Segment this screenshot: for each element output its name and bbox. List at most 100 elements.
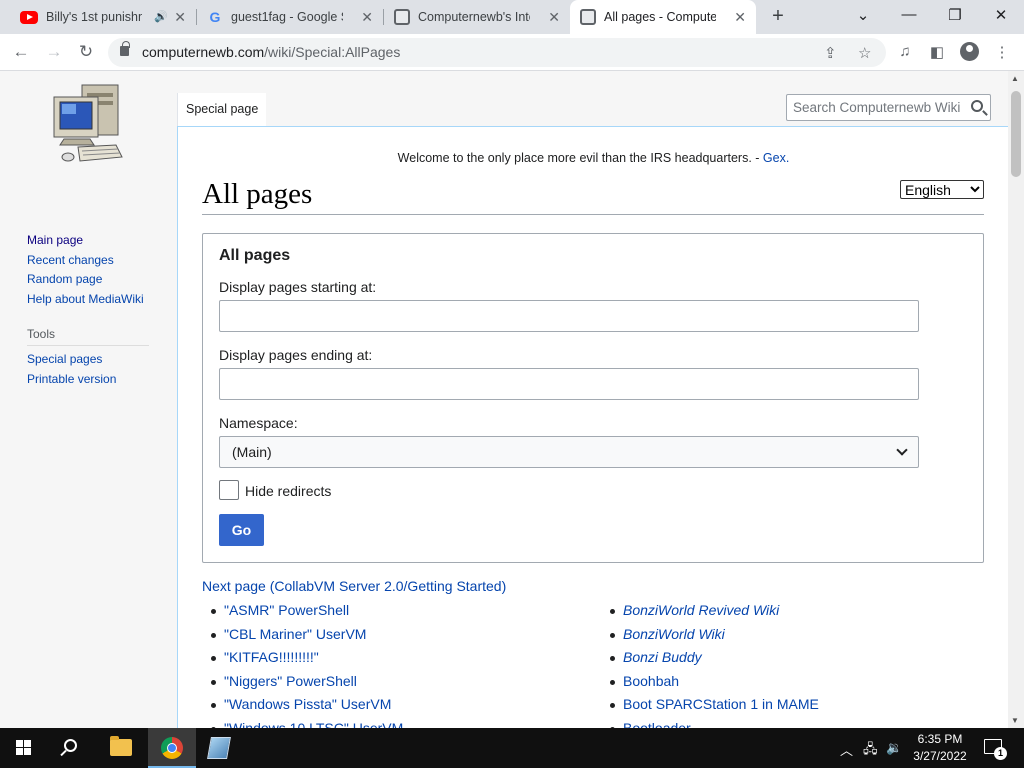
- address-bar[interactable]: computernewb.com/wiki/Special:AllPages ⇪…: [108, 38, 886, 67]
- url-text[interactable]: computernewb.com/wiki/Special:AllPages: [142, 44, 400, 60]
- sidebar-tools-heading: Tools: [27, 327, 149, 346]
- taskbar-search-icon[interactable]: [64, 739, 77, 752]
- sidebar-item-recent-changes[interactable]: Recent changes: [27, 251, 157, 271]
- from-label: Display pages starting at:: [219, 279, 377, 295]
- youtube-icon: [20, 10, 38, 24]
- page-link[interactable]: "CBL Mariner" UserVM: [224, 626, 366, 642]
- bookmark-star-icon[interactable]: ☆: [858, 44, 871, 62]
- go-button[interactable]: Go: [219, 514, 264, 546]
- scroll-thumb[interactable]: [1011, 91, 1021, 177]
- to-input[interactable]: [219, 368, 919, 400]
- lock-icon[interactable]: [120, 41, 130, 56]
- allpages-form: All pages Display pages starting at: Dis…: [202, 233, 984, 563]
- page-link[interactable]: BonziWorld Wiki: [623, 626, 725, 642]
- pages-list-left: "ASMR" PowerShell "CBL Mariner" UserVM "…: [202, 599, 403, 728]
- google-icon: G: [209, 9, 221, 25]
- tab-special-page[interactable]: Special page: [177, 93, 267, 126]
- network-icon[interactable]: 🖧: [863, 740, 878, 762]
- close-tab-icon[interactable]: ✕: [548, 9, 560, 26]
- tab-youtube[interactable]: Billy's 1st punishment 🔊 ✕: [10, 0, 196, 34]
- restore-button[interactable]: ❐: [945, 6, 965, 24]
- side-panel-icon[interactable]: ◧: [927, 43, 947, 61]
- list-item: Boot SPARCStation 1 in MAME: [601, 693, 819, 717]
- page-link[interactable]: "KITFAG!!!!!!!!!": [224, 649, 319, 665]
- media-controls-icon[interactable]: ♫: [895, 43, 915, 60]
- wiki-page: Main page Recent changes Random page Hel…: [0, 71, 1008, 728]
- tab-all-pages[interactable]: All pages - Computernewb ✕: [570, 0, 756, 34]
- taskbar-file-explorer[interactable]: [98, 728, 146, 768]
- notification-badge: 1: [994, 747, 1007, 760]
- page-link[interactable]: "Niggers" PowerShell: [224, 673, 357, 689]
- taskbar-notepad[interactable]: [196, 728, 244, 768]
- list-item: "Windows 10 LTSC" UserVM: [202, 717, 403, 728]
- to-label: Display pages ending at:: [219, 347, 373, 363]
- share-icon[interactable]: ⇪: [824, 44, 837, 62]
- browser-toolbar: ← → ↻ computernewb.com/wiki/Special:AllP…: [0, 34, 1024, 71]
- taskbar-chrome[interactable]: [148, 728, 196, 768]
- sidebar-item-special-pages[interactable]: Special pages: [27, 350, 157, 370]
- list-item: "ASMR" PowerShell: [202, 599, 403, 623]
- form-legend: All pages: [219, 247, 291, 264]
- computer-icon: [394, 9, 410, 25]
- hide-redirects-checkbox[interactable]: [219, 480, 239, 500]
- sidebar-item-help[interactable]: Help about MediaWiki: [27, 290, 157, 310]
- forward-button[interactable]: →: [43, 42, 65, 64]
- back-button[interactable]: ←: [10, 42, 32, 64]
- profile-avatar[interactable]: [960, 42, 979, 61]
- page-link[interactable]: Boohbah: [623, 673, 679, 689]
- wiki-logo[interactable]: [50, 83, 126, 167]
- menu-icon[interactable]: ⋮: [992, 43, 1012, 61]
- content-area: Welcome to the only place more evil than…: [177, 126, 1008, 728]
- chevron-up-icon[interactable]: ︿: [840, 740, 853, 759]
- page-link[interactable]: "ASMR" PowerShell: [224, 602, 349, 618]
- page-title: All pages: [202, 178, 984, 215]
- sidebar-item-random-page[interactable]: Random page: [27, 270, 157, 290]
- speaker-icon[interactable]: 🔊: [154, 10, 168, 23]
- list-item: Bonzi Buddy: [601, 646, 819, 670]
- close-tab-icon[interactable]: ✕: [361, 9, 373, 26]
- chevron-down-icon: [896, 444, 908, 456]
- minimize-button[interactable]: —: [899, 6, 919, 23]
- tab-search-icon[interactable]: ⌄: [853, 6, 873, 24]
- app-icon: [207, 737, 231, 759]
- page-link[interactable]: Bonzi Buddy: [623, 649, 702, 665]
- close-tab-icon[interactable]: ✕: [174, 9, 186, 26]
- page-link[interactable]: Bootloader: [623, 720, 691, 728]
- close-tab-icon[interactable]: ✕: [734, 9, 746, 26]
- chrome-icon: [161, 737, 183, 759]
- page-link[interactable]: Boot SPARCStation 1 in MAME: [623, 696, 819, 712]
- page-scrollbar[interactable]: ▲ ▼: [1008, 71, 1024, 728]
- page-link[interactable]: "Wandows Pissta" UserVM: [224, 696, 391, 712]
- hide-redirects-label[interactable]: Hide redirects: [245, 483, 331, 499]
- sidebar-item-main-page[interactable]: Main page: [27, 231, 157, 251]
- list-item: "Wandows Pissta" UserVM: [202, 693, 403, 717]
- sidebar: Main page Recent changes Random page Hel…: [27, 231, 157, 389]
- new-tab-button[interactable]: +: [767, 5, 789, 27]
- windows-start-icon[interactable]: [16, 740, 32, 756]
- next-page-link[interactable]: Next page (CollabVM Server 2.0/Getting S…: [202, 578, 506, 594]
- list-item: Boohbah: [601, 670, 819, 694]
- computer-icon: [580, 9, 596, 25]
- tab-google[interactable]: G guest1fag - Google Search ✕: [197, 0, 383, 34]
- list-item: "KITFAG!!!!!!!!!": [202, 646, 403, 670]
- taskbar: ︿ 🖧 🔉 6:35 PM 3/27/2022 1: [0, 728, 1024, 768]
- page-link[interactable]: "Windows 10 LTSC" UserVM: [224, 720, 403, 728]
- list-item: Bootloader: [601, 717, 819, 728]
- namespace-select[interactable]: (Main): [219, 436, 919, 468]
- from-input[interactable]: [219, 300, 919, 332]
- site-notice-link[interactable]: Gex.: [763, 151, 789, 165]
- search-input[interactable]: [787, 95, 962, 120]
- pages-list-right: BonziWorld Revived Wiki BonziWorld Wiki …: [601, 599, 819, 728]
- site-notice: Welcome to the only place more evil than…: [397, 151, 790, 165]
- close-window-button[interactable]: ✕: [991, 6, 1011, 24]
- sidebar-item-printable-version[interactable]: Printable version: [27, 370, 157, 390]
- list-item: BonziWorld Wiki: [601, 623, 819, 647]
- scroll-up-icon[interactable]: ▲: [1011, 74, 1019, 83]
- search-icon[interactable]: [971, 100, 983, 112]
- taskbar-clock[interactable]: 6:35 PM 3/27/2022: [900, 731, 980, 765]
- page-link[interactable]: BonziWorld Revived Wiki: [623, 602, 779, 618]
- tab-computernewb-internet[interactable]: Computernewb's Internet ✕: [384, 0, 570, 34]
- reload-button[interactable]: ↻: [75, 42, 97, 64]
- scroll-down-icon[interactable]: ▼: [1011, 716, 1019, 725]
- wiki-search: [786, 94, 991, 121]
